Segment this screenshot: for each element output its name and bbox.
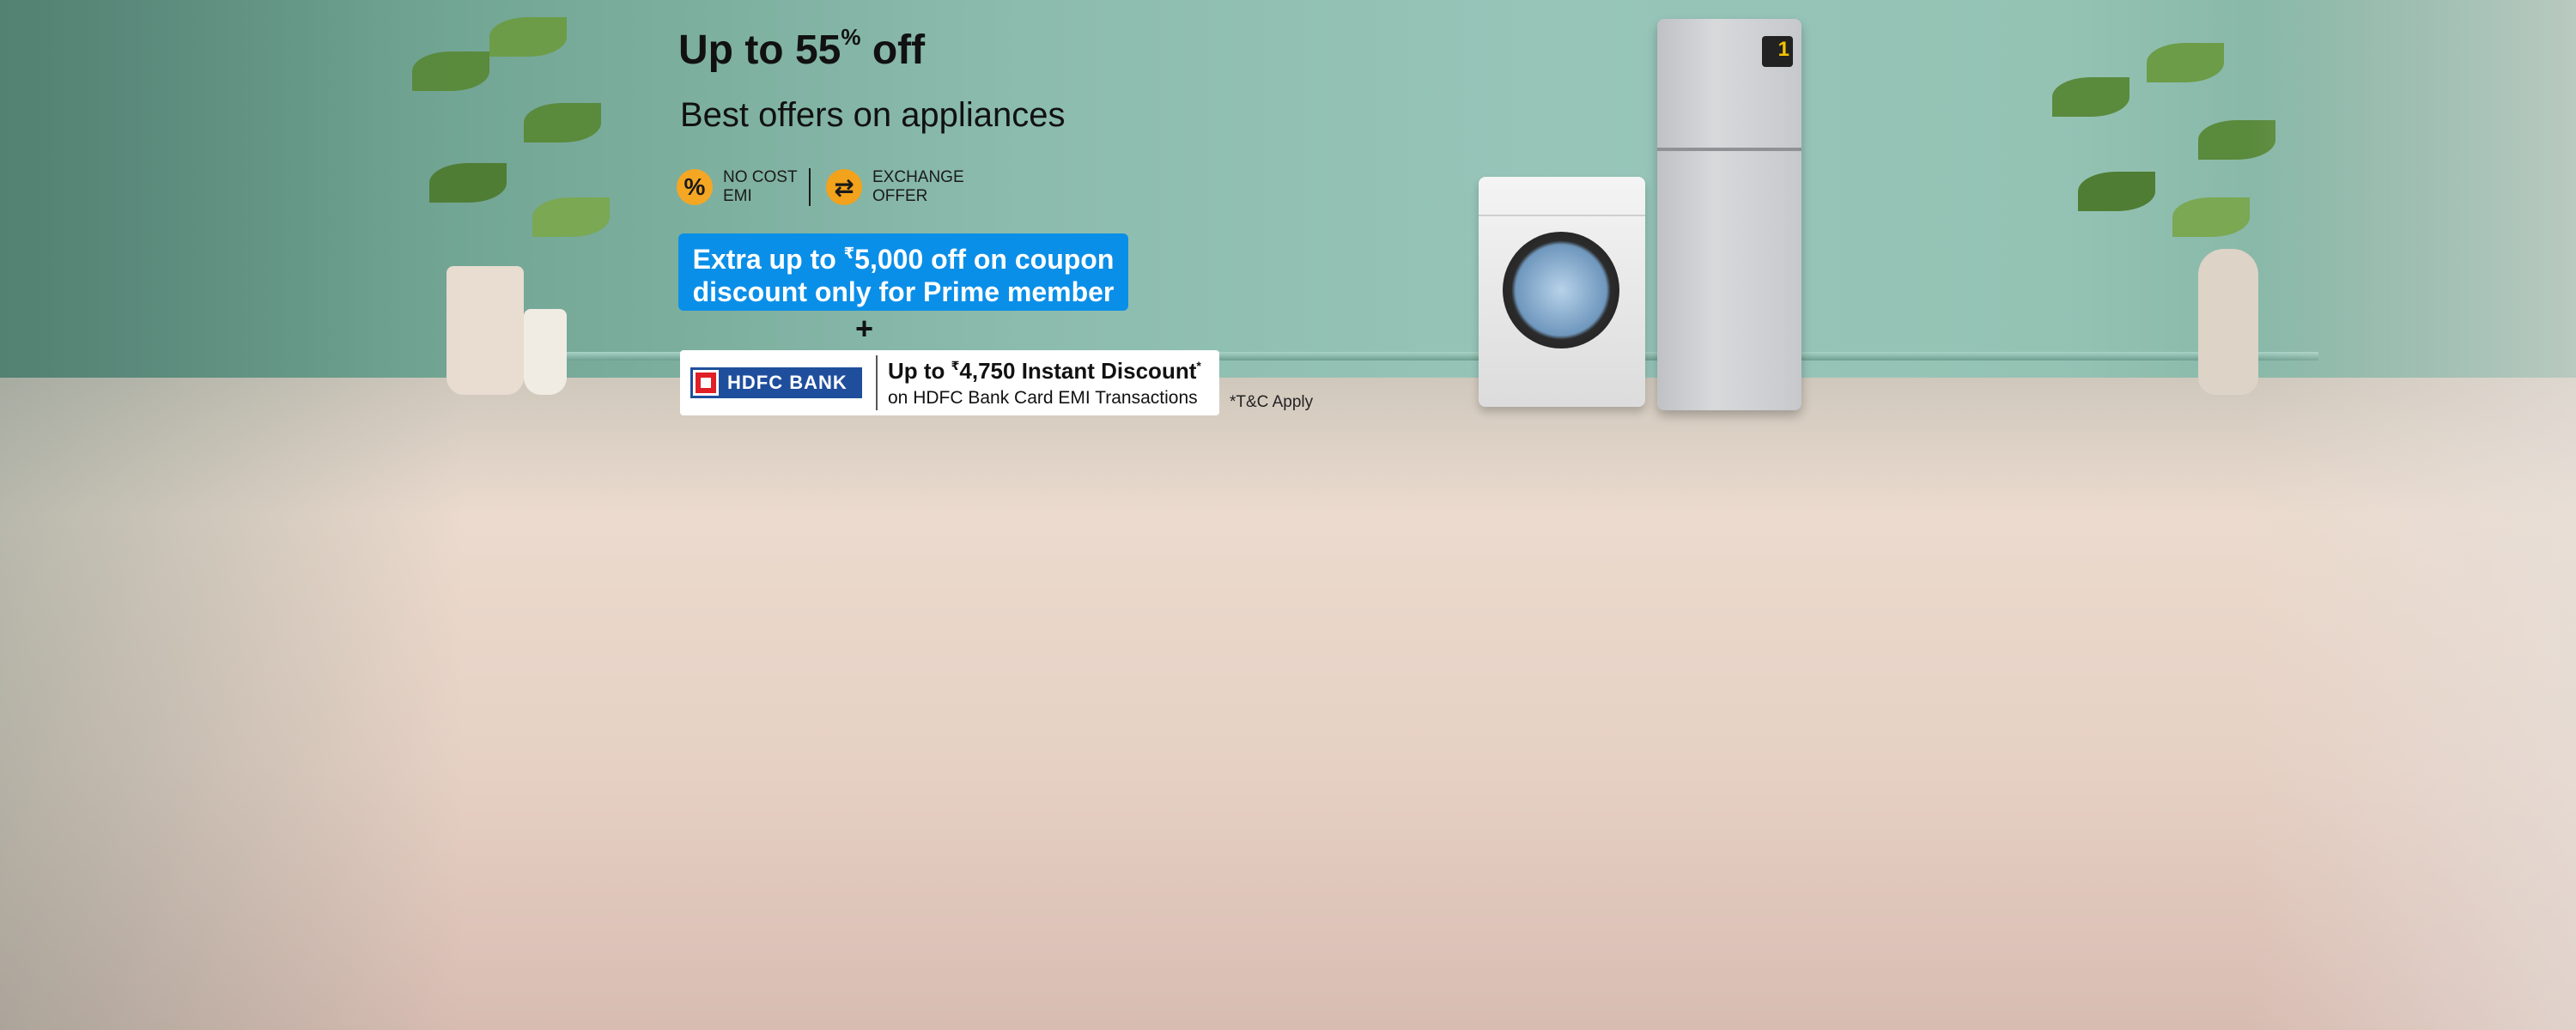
prime-coupon-badge: Extra up to ₹5,000 off on coupon discoun… (678, 233, 1128, 311)
refrigerator-image (1657, 19, 1801, 410)
plus-sign: + (855, 311, 874, 346)
promo-banner[interactable]: Up to 55% off Best offers on appliances … (0, 0, 2576, 1030)
feature-label: EXCHANGE OFFER (872, 168, 964, 205)
right-vignette (2250, 0, 2576, 1030)
percent-icon: % (677, 169, 713, 205)
fridge-door-split (1657, 148, 1801, 151)
energy-rating-icon (1762, 36, 1793, 67)
hdfc-logo-icon (693, 370, 719, 396)
feature-exchange-offer: ⇄ EXCHANGE OFFER (826, 163, 967, 211)
bank-offer-card: HDFC BANK Up to ₹4,750 Instant Discount*… (680, 350, 1219, 415)
washing-machine-image (1479, 177, 1645, 407)
feature-divider (809, 168, 811, 206)
washer-control-panel (1479, 177, 1645, 216)
left-vignette (0, 0, 464, 1030)
washer-door (1503, 232, 1619, 348)
bank-divider (876, 355, 878, 410)
bank-offer-text: Up to ₹4,750 Instant Discount* on HDFC B… (888, 358, 1201, 409)
exchange-icon: ⇄ (826, 169, 862, 205)
terms-note: *T&C Apply (1230, 393, 1314, 411)
coupon-line-2: discount only for Prime member (692, 276, 1115, 307)
bank-offer-line-2: on HDFC Bank Card EMI Transactions (888, 387, 1198, 408)
headline: Up to 55% off (678, 24, 926, 73)
hdfc-bank-logo: HDFC BANK (690, 367, 862, 398)
feature-label: NO COST EMI (723, 168, 798, 205)
bank-offer-line-1: Up to ₹4,750 Instant Discount* (888, 357, 1201, 384)
feature-no-cost-emi: % NO COST EMI (677, 163, 817, 211)
coupon-line-1: Extra up to ₹5,000 off on coupon (692, 243, 1115, 275)
subheadline: Best offers on appliances (680, 96, 1066, 134)
